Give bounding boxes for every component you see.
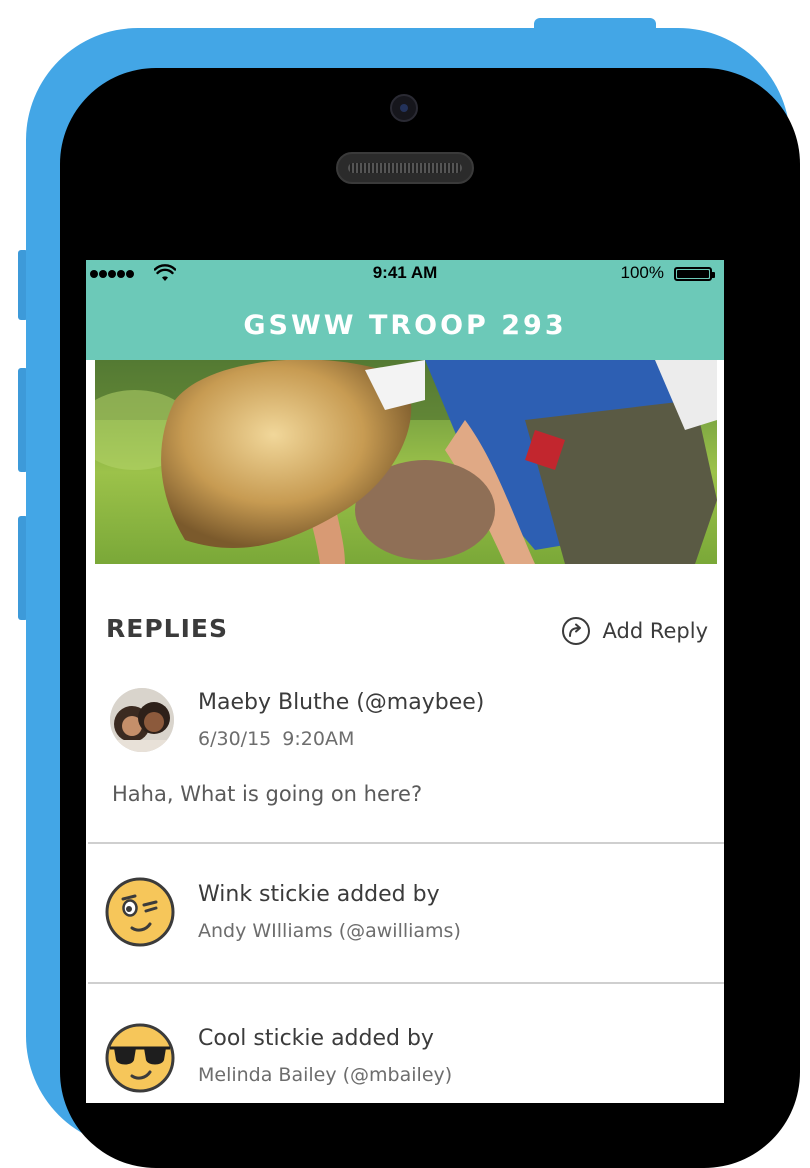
sunglasses-emoji-icon [105,1023,175,1093]
reply-item: Maeby Bluthe (@maybee) 6/30/15 9:20AM Ha… [86,680,724,842]
page-title: GSWW TROOP 293 [243,310,567,341]
reply-timestamp: 6/30/15 9:20AM [198,728,355,750]
avatar[interactable] [110,688,174,752]
avatar-photo [110,688,174,752]
nav-bar: GSWW TROOP 293 [86,290,724,360]
replies-heading: REPLIES [106,614,228,643]
stickie-item-cool: Cool stickie added by Melinda Bailey (@m… [86,984,724,1103]
earpiece-speaker [336,152,474,184]
status-bar: 9:41 AM 100% [86,260,724,290]
wink-emoji-icon [105,877,175,947]
stickie-author[interactable]: Andy WIlliams (@awilliams) [198,920,461,942]
reply-author[interactable]: Maeby Bluthe (@maybee) [198,690,484,715]
app-screen: 9:41 AM 100% GSWW TROOP 293 REPLIES Add … [86,260,724,1103]
stickie-title: Cool stickie added by [198,1026,434,1051]
reply-text: Haha, What is going on here? [112,782,423,806]
stickie-item-wink: Wink stickie added by Andy WIlliams (@aw… [86,844,724,984]
add-reply-button[interactable]: Add Reply [561,616,709,646]
front-camera [390,94,418,122]
reply-arrow-icon [561,617,590,645]
stickie-author[interactable]: Melinda Bailey (@mbailey) [198,1064,452,1086]
battery-icon [674,267,715,281]
battery-percent: 100% [620,263,664,282]
stickie-title: Wink stickie added by [198,882,440,907]
post-photo [95,360,717,564]
add-reply-label: Add Reply [602,619,709,643]
